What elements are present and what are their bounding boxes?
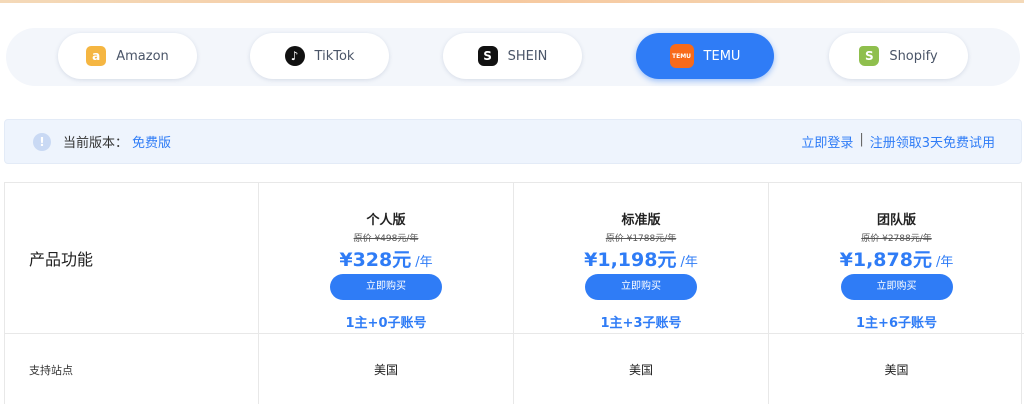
version-info-bar: ! 当前版本： 免费版 立即登录 | 注册领取3天免费试用: [4, 119, 1022, 164]
plan-original-price: 原价 ¥498元/年: [353, 234, 419, 244]
version-label: 当前版本：: [63, 136, 129, 151]
feature-column-header: 产品功能: [5, 183, 259, 334]
register-trial-link[interactable]: 注册领取3天免费试用: [870, 132, 995, 151]
plan-accounts: 1主+3子账号: [600, 316, 682, 331]
row-value: 美国: [259, 334, 514, 404]
plan-price: ¥1,198元/年: [514, 245, 768, 272]
plan-price-amount: ¥1,878元: [839, 249, 932, 271]
plan-original-price: 原价 ¥2788元/年: [861, 234, 932, 244]
plan-accounts: 1主+6子账号: [856, 316, 937, 331]
tab-label: Amazon: [116, 48, 169, 64]
tab-label: Shopify: [889, 48, 938, 64]
row-value: 美国: [514, 334, 769, 404]
row-value: 美国: [769, 334, 1024, 404]
plan-price: ¥328元/年: [259, 245, 513, 272]
pricing-table: 产品功能 个人版 原价 ¥498元/年 ¥328元/年 立即购买 1主+0子账号…: [4, 182, 1024, 404]
link-separator: |: [859, 132, 864, 147]
plan-accounts: 1主+0子账号: [345, 316, 427, 331]
shopify-logo-icon: S: [859, 46, 880, 66]
amazon-logo-icon: a: [86, 46, 107, 66]
info-icon: !: [33, 132, 51, 151]
shein-logo-icon: S: [477, 46, 498, 66]
tab-temu[interactable]: TEMU TEMU: [636, 33, 774, 79]
tab-label: TikTok: [314, 48, 355, 64]
plan-price: ¥1,878元/年: [769, 245, 1024, 272]
plan-price-unit: /年: [680, 255, 698, 270]
tab-label: TEMU: [703, 48, 741, 64]
plan-standard: 标准版 原价 ¥1788元/年 ¥1,198元/年 立即购买 1主+3子账号: [514, 183, 769, 334]
plan-name: 团队版: [876, 213, 916, 228]
plan-name: 标准版: [621, 213, 661, 228]
login-link[interactable]: 立即登录: [801, 132, 853, 151]
tab-shein[interactable]: S SHEIN: [443, 33, 582, 79]
plan-original-price: 原价 ¥1788元/年: [605, 234, 677, 244]
plan-price-unit: /年: [935, 255, 954, 270]
tab-shopify[interactable]: S Shopify: [829, 33, 968, 79]
plan-price-amount: ¥1,198元: [584, 249, 677, 271]
tab-tiktok[interactable]: ♪ TikTok: [250, 33, 389, 79]
version-value: 免费版: [132, 136, 172, 151]
tab-amazon[interactable]: a Amazon: [58, 33, 197, 79]
buy-personal-button[interactable]: 立即购买: [330, 274, 442, 300]
plan-price-amount: ¥328元: [339, 249, 412, 271]
plan-name: 个人版: [366, 213, 406, 228]
tiktok-logo-icon: ♪: [284, 46, 305, 66]
temu-logo-icon: TEMU: [669, 44, 694, 68]
buy-standard-button[interactable]: 立即购买: [585, 274, 697, 300]
row-label-sites: 支持站点: [5, 334, 259, 404]
plan-team: 团队版 原价 ¥2788元/年 ¥1,878元/年 立即购买 1主+6子账号: [769, 183, 1024, 334]
plan-personal: 个人版 原价 ¥498元/年 ¥328元/年 立即购买 1主+0子账号: [259, 183, 514, 334]
buy-team-button[interactable]: 立即购买: [840, 274, 953, 300]
account-links: 立即登录 | 注册领取3天免费试用: [801, 132, 995, 151]
plan-price-unit: /年: [415, 255, 433, 270]
tab-label: SHEIN: [507, 48, 548, 64]
top-accent-strip: [0, 0, 1024, 3]
